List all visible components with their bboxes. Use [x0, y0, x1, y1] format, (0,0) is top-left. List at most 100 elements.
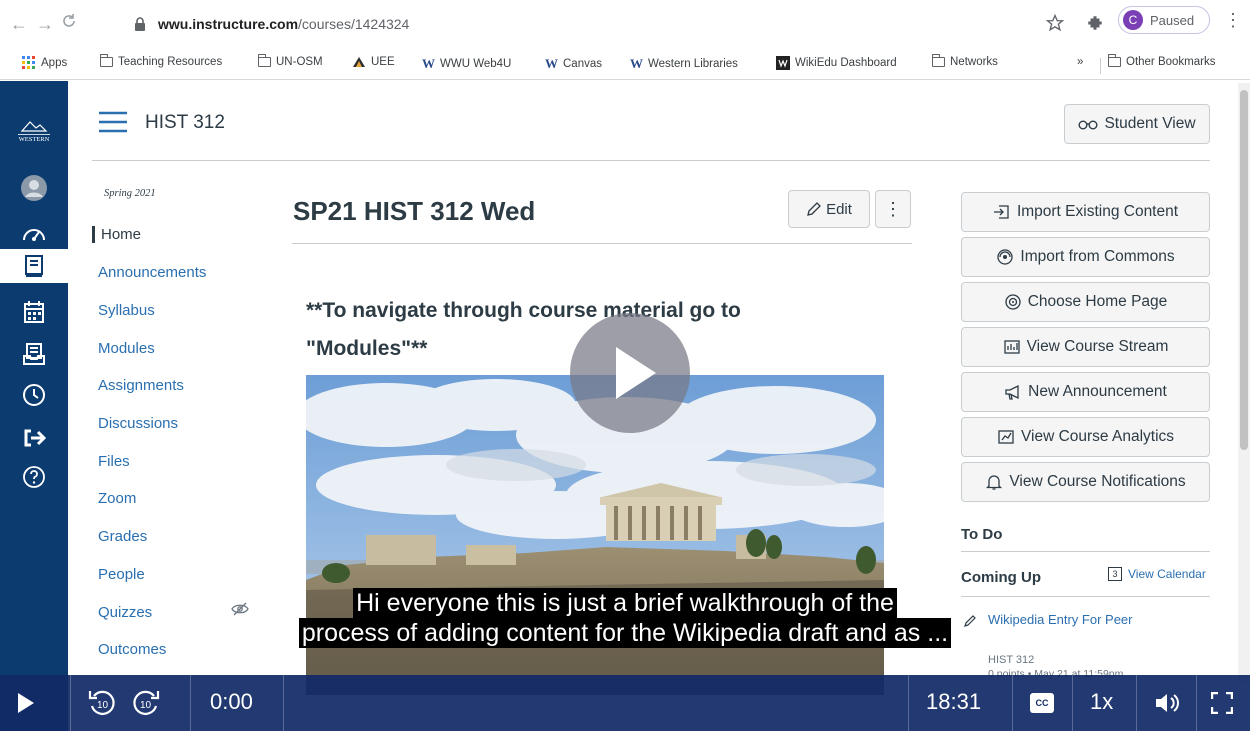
bookmark-networks[interactable]: Networks: [932, 54, 998, 68]
student-view-label: Student View: [1104, 115, 1196, 132]
course-nav-people[interactable]: People: [98, 566, 145, 583]
edit-button[interactable]: Edit: [788, 190, 870, 228]
triangle-logo-icon: [353, 57, 365, 67]
bookmark-wikiedu-dashboard[interactable]: WikiEdu Dashboard: [776, 56, 897, 70]
rewind-icon: 10: [88, 690, 115, 715]
forward-10-button[interactable]: 10: [130, 687, 162, 719]
wikiedu-logo-icon: [776, 56, 790, 70]
bookmarks-overflow-button[interactable]: »: [1077, 56, 1083, 68]
bookmark-canvas[interactable]: W Canvas: [545, 56, 602, 72]
bookmark-uee[interactable]: UEE: [352, 56, 395, 68]
sidebar-button-label: View Course Notifications: [1009, 473, 1186, 490]
w-logo-icon: W: [545, 56, 558, 71]
view-course-analytics-button[interactable]: View Course Analytics: [961, 417, 1210, 457]
course-nav-zoom[interactable]: Zoom: [98, 490, 136, 507]
history-icon[interactable]: [14, 378, 54, 412]
page-options-button[interactable]: ⋮: [875, 190, 911, 228]
dashboard-icon[interactable]: [14, 216, 54, 250]
big-play-button[interactable]: [570, 313, 690, 433]
help-icon[interactable]: [14, 460, 54, 494]
bookmark-label: Other Bookmarks: [1126, 56, 1216, 68]
import-existing-content-button[interactable]: Import Existing Content: [961, 192, 1210, 232]
todo-heading: To Do: [961, 526, 1003, 543]
import-from-commons-button[interactable]: Import from Commons: [961, 237, 1210, 277]
course-nav-announcements[interactable]: Announcements: [98, 264, 206, 281]
new-announcement-button[interactable]: New Announcement: [961, 372, 1210, 412]
forward-seconds: 10: [140, 700, 152, 711]
course-nav-home[interactable]: Home: [92, 226, 141, 243]
rewind-10-button[interactable]: 10: [86, 687, 118, 719]
forward-icon[interactable]: →: [36, 14, 54, 35]
bookmark-label: UEE: [371, 56, 395, 68]
calendar-small-icon: 3: [1108, 567, 1122, 581]
account-avatar-icon[interactable]: [14, 171, 54, 205]
screen: ← → wwu.instructure.com/courses/1424324 …: [0, 0, 1250, 731]
western-logo[interactable]: WESTERN: [14, 113, 54, 147]
bookmark-apps[interactable]: Apps: [22, 56, 67, 70]
star-icon[interactable]: [1046, 14, 1064, 32]
course-nav-modules[interactable]: Modules: [98, 340, 155, 357]
course-nav-files[interactable]: Files: [98, 453, 130, 470]
choose-home-page-button[interactable]: Choose Home Page: [961, 282, 1210, 322]
volume-button[interactable]: [1154, 691, 1182, 715]
url-text[interactable]: wwu.instructure.com/courses/1424324: [158, 16, 409, 32]
logout-icon[interactable]: [14, 421, 54, 455]
calendar-icon[interactable]: [14, 295, 54, 329]
current-time: 0:00: [210, 689, 253, 714]
fullscreen-button[interactable]: [1210, 691, 1234, 715]
caption-overlay: Hi everyone this is just a brief walkthr…: [0, 588, 1250, 648]
view-calendar-link[interactable]: 3 View Calendar: [1108, 567, 1206, 581]
folder-icon: [1108, 54, 1121, 67]
course-nav-discussions[interactable]: Discussions: [98, 415, 178, 432]
w-logo-icon: W: [630, 56, 643, 71]
control-divider: [1136, 675, 1137, 731]
sidebar-button-label: View Course Stream: [1026, 338, 1169, 355]
bookmark-label: Apps: [41, 57, 68, 69]
scrollbar-thumb[interactable]: [1240, 90, 1248, 450]
reload-icon[interactable]: [60, 12, 78, 30]
folder-icon: [100, 54, 113, 67]
folder-icon: [258, 54, 271, 67]
megaphone-icon: [1005, 384, 1019, 400]
profile-status: Paused: [1150, 12, 1195, 28]
edit-label: Edit: [826, 200, 852, 218]
seek-bar[interactable]: [284, 675, 908, 731]
bookmark-teaching-resources[interactable]: Teaching Resources: [100, 54, 222, 68]
sidebar-button-label: Choose Home Page: [1027, 293, 1168, 310]
bookmark-label: Canvas: [563, 58, 602, 70]
lock-icon[interactable]: [134, 17, 146, 31]
view-course-notifications-button[interactable]: View Course Notifications: [961, 462, 1210, 502]
play-button[interactable]: [14, 691, 38, 715]
course-menu-toggle-icon[interactable]: [98, 110, 128, 134]
bookmark-un-osm[interactable]: UN-OSM: [258, 54, 323, 68]
profile-avatar: C: [1123, 10, 1143, 30]
browser-menu-icon[interactable]: ⋮: [1224, 10, 1242, 31]
view-course-stream-button[interactable]: View Course Stream: [961, 327, 1210, 367]
coming-up-heading: Coming Up: [961, 569, 1041, 586]
control-divider: [1072, 675, 1073, 731]
back-icon[interactable]: ←: [10, 14, 28, 35]
profile-paused-button[interactable]: C Paused: [1118, 6, 1210, 34]
bookmarks-divider: [1100, 58, 1101, 74]
course-nav-assignments[interactable]: Assignments: [98, 377, 184, 394]
courses-icon[interactable]: [0, 249, 68, 283]
pencil-icon: [807, 202, 821, 216]
bookmark-other-bookmarks[interactable]: Other Bookmarks: [1108, 54, 1216, 68]
stream-icon: [1003, 340, 1020, 354]
video-control-bar: 10 10 0:00 18:31 CC 1x: [0, 675, 1250, 731]
bookmark-western-libraries[interactable]: W Western Libraries: [630, 56, 738, 72]
closed-captions-button[interactable]: CC: [1030, 693, 1054, 713]
course-nav-grades[interactable]: Grades: [98, 528, 147, 545]
apps-grid-icon: [22, 56, 35, 69]
course-nav-syllabus[interactable]: Syllabus: [98, 302, 155, 319]
page-instructions: **To navigate through course material go…: [306, 299, 741, 360]
bookmark-wwu-web4u[interactable]: W WWU Web4U: [422, 56, 511, 72]
todo-divider: [961, 551, 1210, 552]
inbox-icon[interactable]: [14, 337, 54, 371]
breadcrumb-course[interactable]: HIST 312: [145, 112, 225, 134]
control-divider: [190, 675, 191, 731]
student-view-button[interactable]: Student View: [1064, 104, 1210, 144]
extensions-icon[interactable]: [1086, 14, 1104, 32]
control-divider: [908, 675, 909, 731]
playback-speed-button[interactable]: 1x: [1090, 689, 1113, 715]
